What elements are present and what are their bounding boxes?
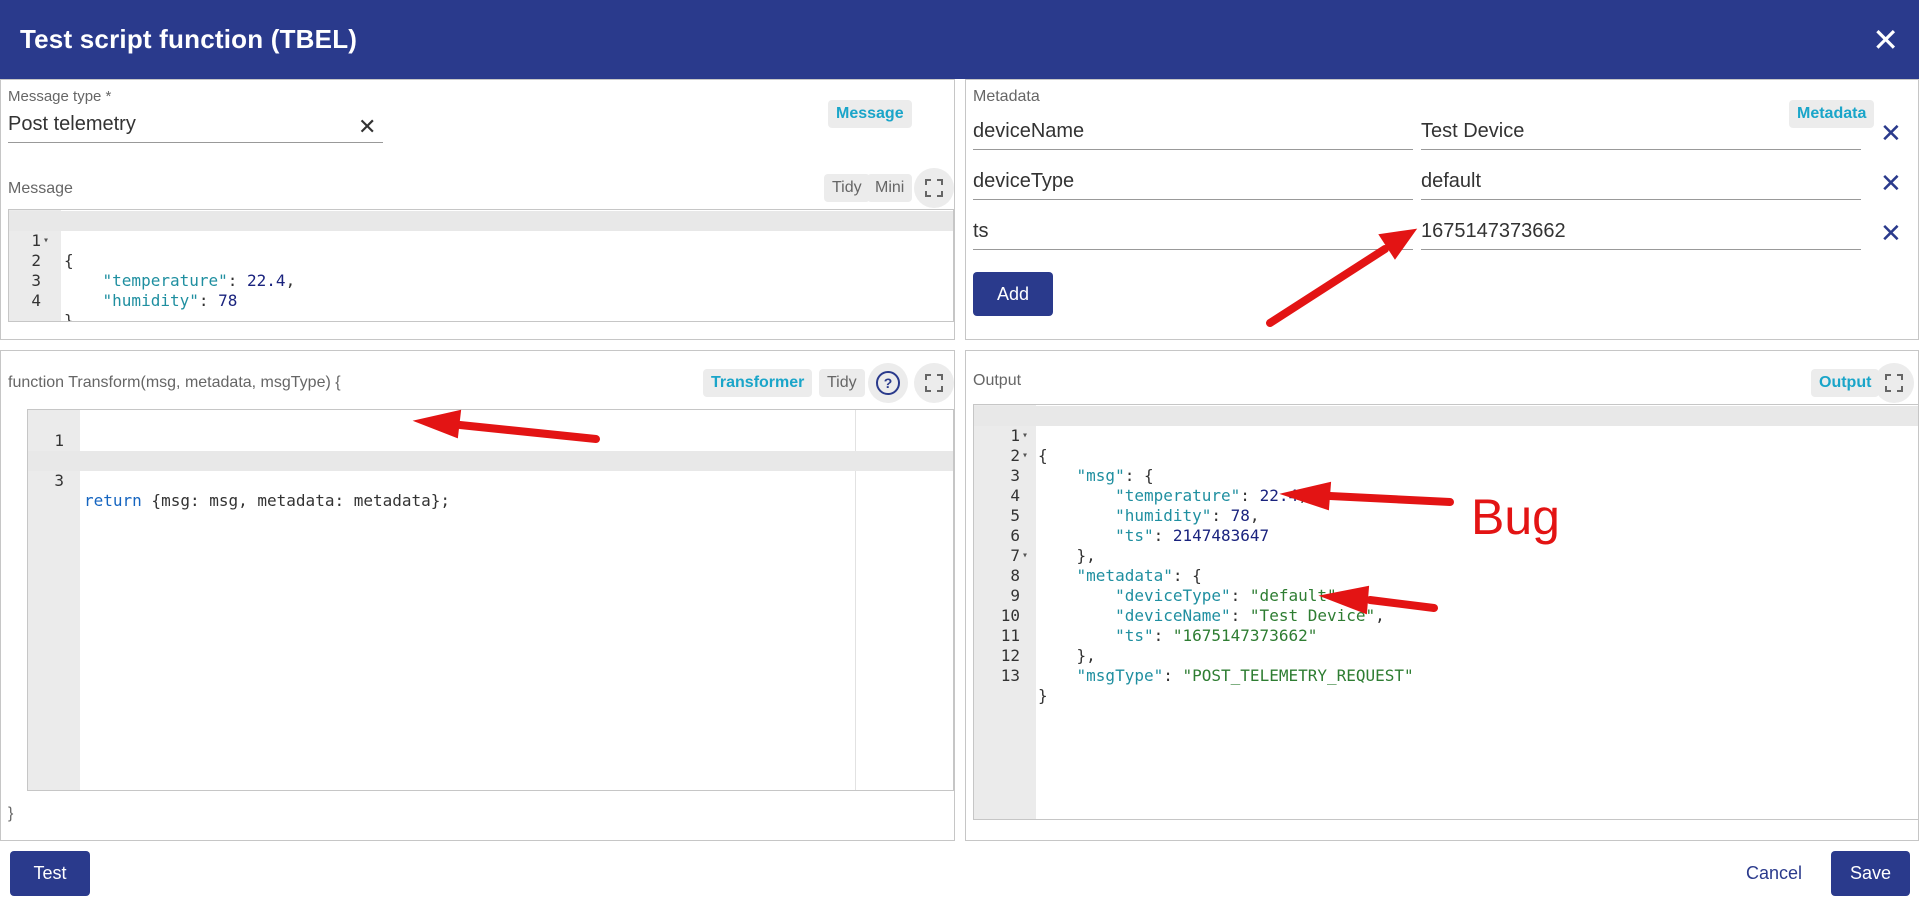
message-tidy-button[interactable]: Tidy	[824, 174, 870, 202]
message-chip: Message	[828, 100, 912, 128]
bug-annotation-label: Bug	[1471, 489, 1560, 545]
help-icon[interactable]: ?	[868, 363, 908, 403]
transformer-chip: Transformer	[703, 369, 813, 397]
fullscreen-icon[interactable]	[1874, 363, 1914, 403]
editor-line: 3 return {msg: msg, metadata: metadata};	[28, 451, 953, 510]
metadata-key-field[interactable]: deviceName	[973, 120, 1413, 150]
metadata-panel: Metadata Metadata deviceName Test Device…	[965, 79, 1919, 340]
metadata-value-field[interactable]: Test Device	[1421, 120, 1861, 150]
clear-message-type-icon[interactable]: ✕	[358, 114, 376, 140]
output-editor[interactable]: 1 ▾ { 2 ▾ "msg": { 3 "temperature": 22.4, …	[973, 404, 1919, 820]
remove-row-icon[interactable]: ✕	[1880, 168, 1902, 199]
output-chip: Output	[1811, 369, 1880, 397]
editor-line: 2 "temperature": 22.4,	[31, 251, 296, 290]
message-type-field[interactable]: Post telemetry	[8, 113, 383, 143]
message-mini-button[interactable]: Mini	[867, 174, 913, 202]
function-closing-brace: }	[8, 805, 14, 822]
editor-line: 12 "msgType": "POST_TELEMETRY_REQUEST"	[1000, 646, 1414, 685]
message-editor[interactable]: 1 ▾ { 2 "temperature": 22.4, 3 "humidity"…	[8, 209, 954, 322]
editor-line: 1 ▾ {	[9, 211, 953, 270]
editor-line: 8 "deviceType": "default",	[1010, 566, 1347, 605]
editor-line: 3 "humidity": 78	[31, 271, 238, 310]
dialog-header: Test script function (TBEL) ✕	[0, 0, 1919, 79]
metadata-value-field[interactable]: 1675147373662	[1421, 220, 1861, 250]
function-tidy-button[interactable]: Tidy	[819, 369, 865, 397]
fullscreen-icon[interactable]	[914, 168, 954, 208]
editor-line: 1 msg.ts = parseInt(metadata.ts);	[54, 431, 382, 470]
editor-line: 11 },	[1000, 626, 1096, 665]
editor-line: 9 "deviceName": "Test Device",	[1010, 586, 1385, 625]
function-editor[interactable]: 1 msg.ts = parseInt(metadata.ts); 2 3 re…	[27, 409, 954, 791]
editor-line: 6 },	[1010, 526, 1096, 565]
editor-line: 7 ▾ "metadata": {	[1010, 546, 1202, 585]
editor-line: 1 ▾ {	[974, 406, 1918, 465]
message-type-value: Post telemetry	[8, 113, 136, 135]
editor-line: 4 "humidity": 78,	[1010, 486, 1260, 525]
message-type-label: Message type *	[8, 88, 112, 105]
metadata-key-field[interactable]: ts	[973, 220, 1413, 250]
editor-line: 4 }	[31, 291, 74, 322]
metadata-key-field[interactable]: deviceType	[973, 170, 1413, 200]
close-icon[interactable]: ✕	[1872, 24, 1899, 56]
editor-line: 2 ▾ "msg": {	[1010, 446, 1154, 485]
editor-line: 5 "ts": 2147483647	[1010, 506, 1270, 545]
metadata-value-field[interactable]: default	[1421, 170, 1861, 200]
message-label: Message	[8, 180, 73, 197]
add-button[interactable]: Add	[973, 272, 1053, 316]
test-button[interactable]: Test	[10, 851, 90, 896]
function-signature: function Transform(msg, metadata, msgTyp…	[8, 374, 341, 391]
metadata-label: Metadata	[973, 88, 1040, 105]
fullscreen-icon[interactable]	[914, 363, 954, 403]
output-label: Output	[973, 372, 1022, 389]
editor-line: 2	[28, 431, 953, 470]
editor-line: 13 }	[1000, 666, 1048, 705]
remove-row-icon[interactable]: ✕	[1880, 218, 1902, 249]
dialog-title: Test script function (TBEL)	[20, 24, 358, 54]
cancel-button[interactable]: Cancel	[1746, 863, 1802, 884]
editor-line: 10 "ts": "1675147373662"	[1000, 606, 1318, 645]
output-panel: Output Output 1 ▾ { 2 ▾ "msg": { 3 "temper…	[965, 350, 1919, 841]
svg-text:?: ?	[884, 375, 893, 391]
save-button[interactable]: Save	[1831, 851, 1910, 896]
remove-row-icon[interactable]: ✕	[1880, 118, 1902, 149]
message-panel: Message type * Post telemetry ✕ Message …	[0, 79, 955, 340]
editor-line: 3 "temperature": 22.4,	[1010, 466, 1308, 505]
function-panel: function Transform(msg, metadata, msgTyp…	[0, 350, 955, 841]
